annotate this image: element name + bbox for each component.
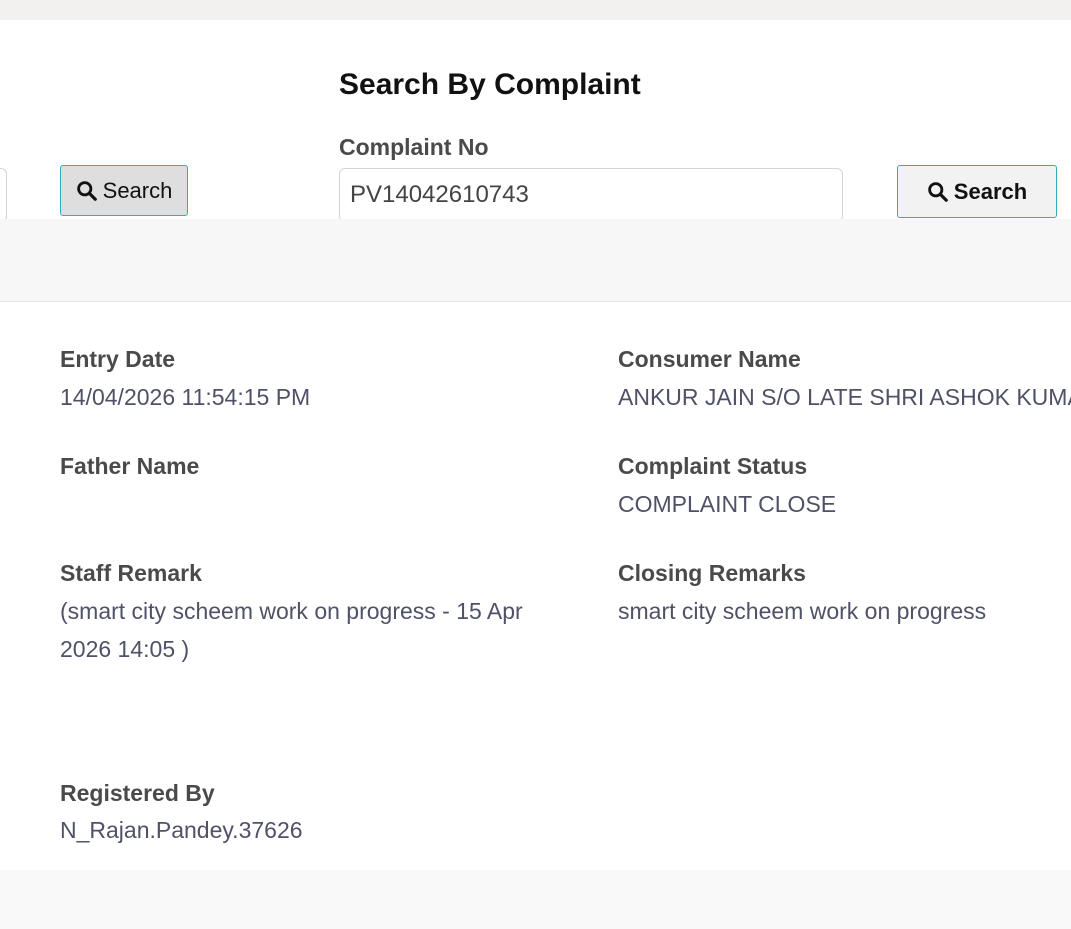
father-name-label: Father Name: [60, 453, 200, 479]
section-title: Search By Complaint: [339, 68, 641, 101]
footer-band: [0, 870, 1071, 929]
registered-by-label: Registered By: [60, 780, 215, 806]
staff-remark-label: Staff Remark: [60, 560, 202, 586]
top-bar: [0, 0, 1071, 20]
complaint-details: Entry Date 14/04/2026 11:54:15 PM Consum…: [0, 302, 1071, 870]
entry-date-value: 14/04/2026 11:54:15 PM: [60, 384, 311, 410]
complaint-status-label: Complaint Status: [618, 453, 808, 479]
complaint-no-label: Complaint No: [339, 134, 489, 160]
consumer-name-label: Consumer Name: [618, 346, 801, 372]
complaint-search-button[interactable]: Search: [897, 165, 1057, 218]
left-search-input[interactable]: [0, 168, 7, 222]
search-icon: [76, 181, 97, 201]
search-panel: Search Search By Complaint Complaint No …: [0, 20, 1071, 222]
complaint-status-value: COMPLAINT CLOSE: [618, 491, 837, 517]
closing-remarks-label: Closing Remarks: [618, 560, 806, 586]
complaint-no-input[interactable]: [339, 168, 843, 222]
left-search-button-label: Search: [102, 177, 173, 203]
entry-date-label: Entry Date: [60, 346, 176, 372]
complaint-search-button-label: Search: [953, 178, 1028, 204]
search-icon: [928, 182, 948, 202]
registered-by-value: N_Rajan.Pandey.37626: [60, 817, 303, 843]
closing-remarks-value: smart city scheem work on progress: [618, 598, 987, 624]
left-search-button[interactable]: Search: [60, 165, 188, 216]
results-header-band: [0, 219, 1071, 302]
consumer-name-value: ANKUR JAIN S/O LATE SHRI ASHOK KUMAR JAI…: [618, 384, 1071, 410]
staff-remark-value: (smart city scheem work on progress - 15…: [60, 598, 523, 662]
